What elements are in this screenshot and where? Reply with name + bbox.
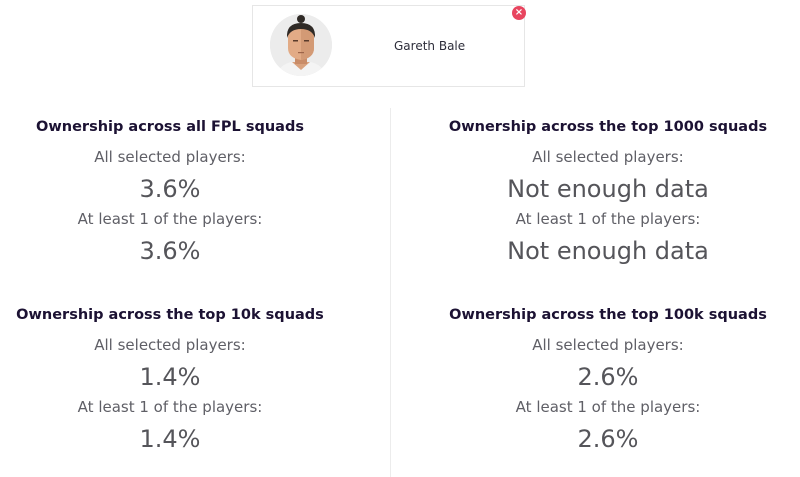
all-selected-label: All selected players: (532, 336, 684, 354)
at-least-one-value: Not enough data (507, 237, 709, 265)
player-avatar (270, 14, 332, 76)
section-title: Ownership across the top 1000 squads (448, 119, 768, 135)
player-name: Gareth Bale (394, 39, 466, 53)
ownership-top-100k: Ownership across the top 100k squads All… (433, 304, 783, 454)
ownership-top-1000: Ownership across the top 1000 squads All… (433, 116, 783, 266)
all-selected-value: 2.6% (577, 363, 639, 391)
remove-player-button[interactable]: × (512, 6, 526, 20)
all-selected-label: All selected players: (94, 148, 246, 166)
at-least-one-value: 2.6% (577, 425, 639, 453)
at-least-one-label: At least 1 of the players: (77, 398, 263, 416)
all-selected-value: 1.4% (139, 363, 201, 391)
all-selected-value: Not enough data (507, 175, 709, 203)
player-face-icon (270, 14, 332, 76)
ownership-top-10k: Ownership across the top 10k squads All … (0, 304, 345, 454)
all-selected-label: All selected players: (94, 336, 246, 354)
section-title: Ownership across the top 10k squads (16, 307, 324, 323)
at-least-one-label: At least 1 of the players: (515, 398, 701, 416)
section-title: Ownership across all FPL squads (36, 119, 304, 135)
column-divider (390, 108, 391, 477)
ownership-all-squads: Ownership across all FPL squads All sele… (0, 116, 345, 266)
player-card: Gareth Bale × (252, 5, 526, 87)
all-selected-label: All selected players: (532, 148, 684, 166)
at-least-one-value: 3.6% (139, 237, 201, 265)
all-selected-value: 3.6% (139, 175, 201, 203)
ownership-page: Gareth Bale × Ownership across all FPL s… (0, 0, 800, 477)
at-least-one-value: 1.4% (139, 425, 201, 453)
at-least-one-label: At least 1 of the players: (515, 210, 701, 228)
section-title: Ownership across the top 100k squads (449, 307, 767, 323)
at-least-one-label: At least 1 of the players: (77, 210, 263, 228)
close-icon: × (514, 7, 524, 18)
